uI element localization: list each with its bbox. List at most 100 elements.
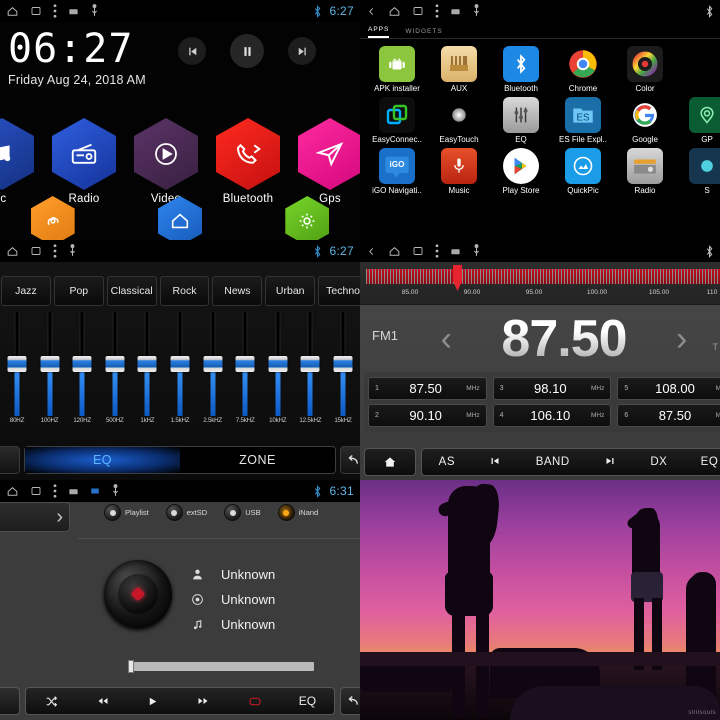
tab-widgets[interactable]: WIDGETS	[405, 28, 442, 38]
genre-tab-techno[interactable]: Techno	[318, 276, 360, 306]
recents-icon[interactable]	[412, 245, 424, 257]
play-button[interactable]	[146, 695, 159, 708]
source-inand[interactable]: iNand	[277, 504, 318, 521]
preset-button[interactable]: 5 108.00 MHz	[617, 377, 720, 400]
repeat-button[interactable]	[247, 695, 263, 708]
eq-slider-track[interactable]	[35, 312, 65, 416]
recents-icon[interactable]	[30, 5, 42, 17]
eq-band[interactable]: 120HZ	[67, 312, 97, 436]
eq-slider-knob[interactable]	[235, 355, 255, 372]
home-icon[interactable]	[388, 245, 401, 258]
genre-tab-urban[interactable]: Urban	[265, 276, 316, 306]
back-arrow-icon[interactable]	[340, 687, 360, 715]
next-button[interactable]	[195, 695, 211, 707]
app-aux[interactable]: AUX	[428, 46, 490, 93]
app-music[interactable]: Music	[428, 148, 490, 195]
overflow-icon[interactable]	[53, 244, 57, 258]
app-color[interactable]: Color	[614, 46, 676, 93]
preset-button[interactable]: 1 87.50 MHz	[368, 377, 487, 400]
previous-button[interactable]	[95, 695, 111, 707]
dx-button[interactable]: DX	[650, 456, 667, 468]
band-button[interactable]: BAND	[536, 456, 570, 468]
eq-slider-knob[interactable]	[268, 355, 288, 372]
eq-slider-track[interactable]	[263, 312, 293, 416]
source-playlist[interactable]: Playlist	[104, 504, 149, 521]
eq-band[interactable]: 15kHZ	[328, 312, 358, 436]
eq-slider-track[interactable]	[67, 312, 97, 416]
home-icon[interactable]	[388, 5, 401, 18]
app-bluetooth[interactable]: Bluetooth	[490, 46, 552, 93]
app-easytouch[interactable]: EasyTouch	[428, 97, 490, 144]
home-icon[interactable]	[6, 245, 19, 258]
preset-button[interactable]: 3 98.10 MHz	[492, 377, 612, 400]
eq-slider-knob[interactable]	[203, 355, 223, 372]
home-shortcut-gps[interactable]: Gps	[294, 118, 360, 205]
home-shortcut-radio[interactable]: Radio	[48, 118, 120, 205]
recents-icon[interactable]	[30, 485, 42, 497]
eq-band[interactable]: 100HZ	[35, 312, 65, 436]
eq-band[interactable]: 500HZ	[100, 312, 130, 436]
back-arrow-icon[interactable]	[340, 446, 360, 474]
eq-mode-button[interactable]: EQ	[25, 447, 180, 473]
dial-band[interactable]	[366, 269, 720, 284]
eq-button[interactable]: EQ	[701, 456, 719, 468]
home-shortcut-bluetooth[interactable]: Bluetooth	[212, 118, 284, 205]
genre-tab-pop[interactable]: Pop	[53, 276, 104, 306]
eq-band[interactable]: 10kHZ	[263, 312, 293, 436]
eq-band[interactable]: 7.5kHZ	[230, 312, 260, 436]
overflow-icon[interactable]	[435, 244, 439, 258]
eq-slider-track[interactable]	[198, 312, 228, 416]
settings-gear-icon[interactable]	[285, 196, 330, 240]
shuffle-button[interactable]	[44, 695, 59, 708]
app-es-file-explorer[interactable]: ES ES File Expl..	[552, 97, 614, 144]
preset-button[interactable]: 4 106.10 MHz	[492, 404, 612, 427]
eq-slider-track[interactable]	[100, 312, 130, 416]
source-extsd[interactable]: extSD	[165, 504, 207, 521]
eq-button[interactable]: EQ	[299, 694, 316, 708]
eq-slider-track[interactable]	[295, 312, 325, 416]
hand-gesture-icon[interactable]	[30, 196, 75, 240]
home-shortcut-music[interactable]: ic	[0, 118, 38, 205]
chevron-right-icon[interactable]: ›	[672, 320, 720, 359]
auto-scan-button[interactable]: AS	[439, 456, 455, 468]
eq-slider-knob[interactable]	[105, 355, 125, 372]
eq-slider-knob[interactable]	[40, 355, 60, 372]
app-igo-navigation[interactable]: iGO iGO Navigati..	[366, 148, 428, 195]
app-eq[interactable]: EQ	[490, 97, 552, 144]
back-icon[interactable]	[366, 5, 377, 18]
preset-button[interactable]: 2 90.10 MHz	[368, 404, 487, 427]
overflow-icon[interactable]	[435, 4, 439, 18]
eq-slider-knob[interactable]	[137, 355, 157, 372]
seek-backward-icon[interactable]	[488, 455, 502, 470]
eq-slider-track[interactable]	[230, 312, 260, 416]
source-usb[interactable]: USB	[224, 504, 261, 521]
back-icon[interactable]	[366, 245, 377, 258]
eq-band[interactable]: 1.5kHZ	[165, 312, 195, 436]
eq-band[interactable]: 2.5kHZ	[198, 312, 228, 436]
eq-slider-knob[interactable]	[170, 355, 190, 372]
eq-slider-track[interactable]	[165, 312, 195, 416]
eq-slider-knob[interactable]	[7, 355, 27, 372]
dial-needle[interactable]	[453, 265, 462, 291]
tab-apps[interactable]: APPS	[368, 26, 390, 38]
zone-mode-button[interactable]: ZONE	[180, 447, 335, 473]
eq-slider-knob[interactable]	[333, 355, 353, 372]
recents-icon[interactable]	[412, 5, 424, 17]
genre-tab-classical[interactable]: Classical	[106, 276, 157, 306]
genre-tab-rock[interactable]: Rock	[159, 276, 210, 306]
home-house-icon[interactable]	[157, 196, 202, 240]
home-icon[interactable]	[6, 485, 19, 498]
app-google[interactable]: Google	[614, 97, 676, 144]
eq-slider-track[interactable]	[2, 312, 32, 416]
eq-slider-knob[interactable]	[72, 355, 92, 372]
app-s[interactable]: S	[676, 148, 720, 195]
seek-forward-icon[interactable]	[603, 455, 617, 470]
app-quickpic[interactable]: QuickPic	[552, 148, 614, 195]
app-apk-installer[interactable]: APK installer	[366, 46, 428, 93]
home-shortcut-video[interactable]: Video	[130, 118, 202, 205]
eq-slider-track[interactable]	[132, 312, 162, 416]
seek-bar[interactable]	[128, 660, 314, 673]
home-clock-widget[interactable]: 06:27 Friday Aug 24, 2018 AM	[8, 26, 146, 87]
overflow-icon[interactable]	[53, 4, 57, 18]
pause-button[interactable]	[230, 34, 264, 68]
